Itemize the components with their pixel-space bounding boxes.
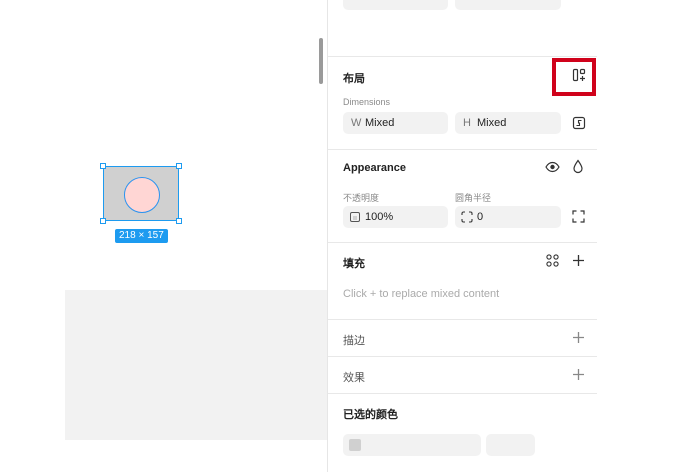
add-stroke-plus-icon[interactable] (572, 331, 585, 344)
independent-corners-icon[interactable] (572, 210, 585, 223)
fill-mixed-placeholder: Click + to replace mixed content (343, 288, 500, 300)
color-swatch (349, 439, 361, 451)
divider (328, 356, 597, 357)
clipped-field-right[interactable] (455, 0, 561, 10)
selected-color-row[interactable] (343, 434, 481, 456)
opacity-field[interactable]: 100% (343, 206, 448, 228)
height-field[interactable]: H Mixed (455, 112, 561, 134)
eye-icon[interactable] (545, 161, 560, 173)
width-prefix: W (351, 117, 362, 129)
canvas-scrollbar[interactable] (319, 38, 323, 84)
height-prefix: H (463, 117, 471, 129)
corner-radius-label: 圆角半径 (455, 193, 492, 203)
stroke-section-title: 描边 (343, 335, 365, 347)
resize-handle-top-left[interactable] (100, 163, 106, 169)
selected-colors-section-title: 已选的颜色 (343, 409, 398, 421)
width-value: Mixed (365, 117, 395, 129)
fill-section-title: 填充 (343, 258, 365, 270)
ellipse-layer[interactable] (124, 177, 160, 213)
layout-section-title: 布局 (343, 73, 365, 85)
opacity-label: 不透明度 (343, 193, 380, 203)
resize-handle-bottom-right[interactable] (176, 218, 182, 224)
divider (328, 242, 597, 243)
resize-to-fit-icon[interactable] (572, 116, 586, 130)
annotation-highlight-box (552, 58, 596, 96)
clipped-field-left[interactable] (343, 0, 448, 10)
canvas-frame-area[interactable] (65, 290, 327, 440)
opacity-icon (350, 212, 360, 222)
divider (328, 149, 597, 150)
canvas[interactable] (65, 0, 327, 290)
divider (328, 56, 597, 57)
width-field[interactable]: W Mixed (343, 112, 448, 134)
divider (328, 393, 597, 394)
corner-radius-field[interactable]: 0 (455, 206, 561, 228)
resize-handle-bottom-left[interactable] (100, 218, 106, 224)
appearance-section-title: Appearance (343, 162, 406, 174)
corner-radius-icon (461, 211, 473, 223)
height-value: Mixed (477, 117, 507, 129)
styles-grid-icon[interactable] (546, 254, 559, 267)
effects-section-title: 效果 (343, 372, 365, 384)
add-fill-plus-icon[interactable] (572, 254, 585, 267)
selection-size-badge: 218 × 157 (115, 229, 168, 243)
opacity-value: 100% (365, 211, 394, 223)
corner-radius-value: 0 (477, 211, 484, 223)
selected-color-opacity[interactable] (486, 434, 535, 456)
dimensions-label: Dimensions (343, 97, 391, 107)
blend-mode-drop-icon[interactable] (572, 159, 584, 174)
resize-handle-top-right[interactable] (176, 163, 182, 169)
divider (328, 319, 597, 320)
add-effect-plus-icon[interactable] (572, 368, 585, 381)
